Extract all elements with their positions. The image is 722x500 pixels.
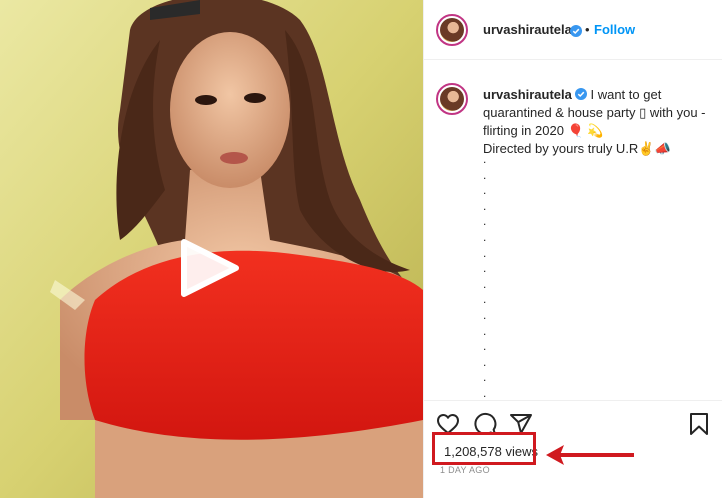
post-header: urvashirautela • Follow [424, 0, 722, 60]
views-highlight-box [432, 432, 536, 465]
dot: . [483, 245, 487, 260]
caption-username[interactable]: urvashirautela [483, 87, 572, 102]
dot: . [483, 229, 487, 244]
play-icon[interactable] [176, 238, 240, 298]
dot: . [483, 307, 487, 322]
avatar[interactable] [436, 14, 468, 46]
dot: . [483, 370, 487, 385]
post-timestamp[interactable]: 1 DAY AGO [440, 465, 490, 475]
caption-text: urvashirautela I want to get quarantined… [483, 86, 711, 158]
dot: . [483, 276, 487, 291]
dot: . [483, 292, 487, 307]
caption-line-2: Directed by yours truly U.R✌️📣 [483, 141, 671, 156]
bookmark-icon[interactable] [687, 412, 711, 436]
post-media[interactable] [0, 0, 423, 498]
verified-icon [570, 25, 582, 37]
post-sidebar: urvashirautela • Follow urvashirautela I… [423, 0, 722, 498]
dot: . [483, 198, 487, 213]
follow-button[interactable]: Follow [594, 22, 635, 37]
dot: . [483, 261, 487, 276]
dot: . [483, 214, 487, 229]
header-username[interactable]: urvashirautela [483, 22, 572, 37]
dot: . [483, 339, 487, 354]
separator-dot: • [585, 22, 590, 37]
caption-verified-icon [574, 88, 587, 100]
caption-dots: . . . . . . . . . . . . . . . . [483, 152, 493, 402]
dot: . [483, 152, 487, 166]
dot: . [483, 167, 487, 182]
dot: . [483, 183, 487, 198]
dot: . [483, 354, 487, 369]
dot: . [483, 323, 487, 338]
caption-avatar[interactable] [436, 83, 468, 115]
annotation-arrow [546, 445, 634, 465]
